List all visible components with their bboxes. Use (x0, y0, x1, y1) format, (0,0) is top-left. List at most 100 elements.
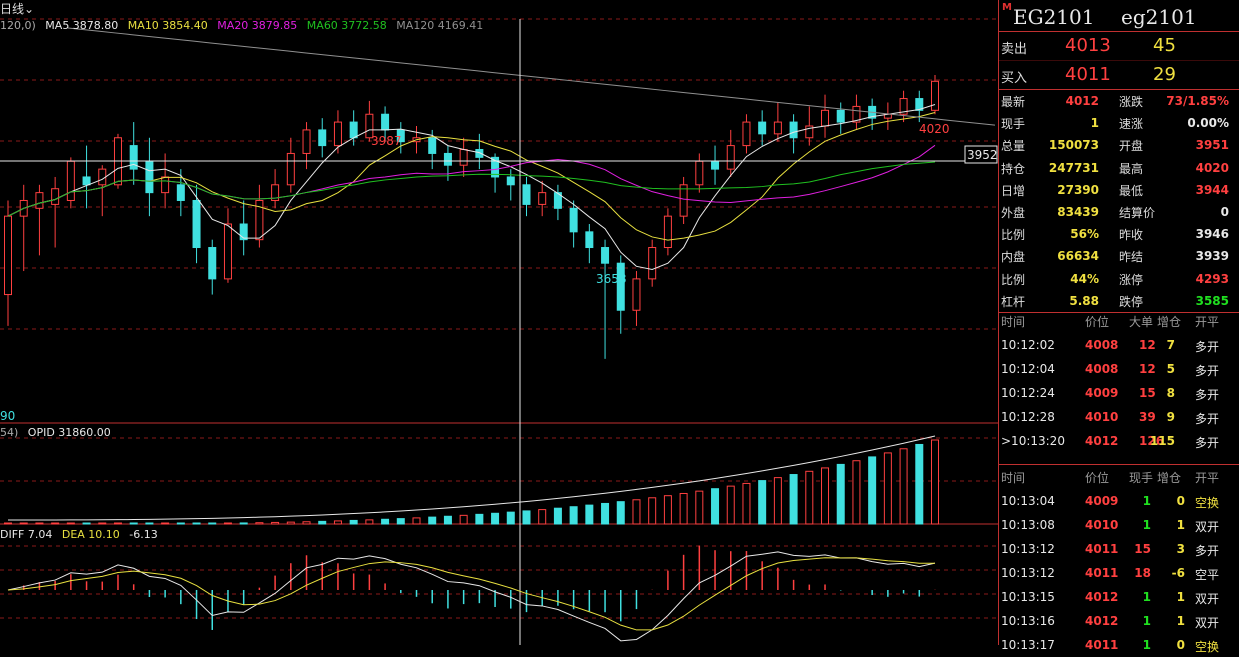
stat-label: 最新 (1001, 95, 1026, 109)
big-order-row[interactable]: >10:13:20 4012 126 115 多开 (999, 429, 1239, 453)
opi-bar (98, 522, 107, 525)
candle-body (821, 109, 830, 127)
tick-price: 4010 (1085, 518, 1119, 532)
order-type: 多开 (1195, 364, 1220, 378)
opi-bar (365, 519, 374, 525)
tick-type: 多开 (1195, 544, 1220, 558)
candle-body (585, 231, 594, 249)
period-selector[interactable]: 日线⌄ (0, 0, 34, 17)
ask-price[interactable]: 4013 (1065, 35, 1111, 56)
order-time: 10:12:28 (1001, 410, 1055, 424)
candle-body (758, 121, 767, 135)
m-mark: M (1002, 2, 1012, 13)
opid-label: OPID 31860.00 (27, 426, 111, 439)
bid-price[interactable]: 4011 (1065, 64, 1111, 85)
opi-bar (679, 492, 688, 525)
high-price-label: 3987 (371, 134, 402, 148)
opi-bar (868, 456, 877, 525)
diff-label: DIFF 7.04 (0, 528, 53, 541)
opi-bar (176, 522, 185, 525)
opi-bar (663, 495, 672, 525)
stat-value: 5.88 (1069, 293, 1099, 308)
order-time: 10:12:04 (1001, 362, 1055, 376)
tick-qty: 1 (1142, 518, 1151, 532)
big-order-row[interactable]: 10:12:24 4009 15 8 多开 (999, 381, 1239, 405)
opi-bar (506, 511, 515, 525)
kline-chart-area[interactable]: 3987 3658 4020 90 3952 日线⌄ 120,0) MA5 3878.8… (0, 0, 998, 645)
quote-panel: M EG2101 eg2101 卖出 4013 45 买入 4011 29 最新… (998, 0, 1239, 654)
order-type: 多开 (1195, 412, 1220, 426)
candle-body (648, 247, 657, 280)
bid-row[interactable]: 买入 4011 29 (999, 61, 1239, 90)
stat-label: 最低 (1119, 183, 1144, 198)
order-time: >10:13:20 (1001, 434, 1065, 448)
stat-label: 外盘 (1001, 205, 1026, 220)
latest-price-label: 4020 (919, 122, 950, 136)
stat-row: 最新 4012 涨跌 73/1.85% (999, 90, 1239, 112)
stat-value: 0.00% (1187, 116, 1229, 131)
opi-bar (19, 522, 28, 525)
candle-body (711, 160, 720, 170)
order-big: 12 (1139, 338, 1156, 352)
tick-time: 10:13:16 (1001, 614, 1055, 628)
candle-body (616, 262, 625, 311)
ma120-label: MA120 4169.41 (396, 19, 484, 32)
column-header: 价位 (1085, 471, 1110, 485)
left-low-label: 90 (0, 409, 15, 423)
column-header: 增仓 (1157, 471, 1182, 485)
tick-row[interactable]: 10:13:08 4010 1 1 双开 (999, 513, 1239, 537)
chevron-down-icon: ⌄ (24, 2, 35, 16)
opi-bar (569, 506, 578, 525)
low-price-label: 3658 (596, 272, 627, 286)
ma60-label: MA60 3772.58 (306, 19, 387, 32)
candle-body (569, 207, 578, 233)
stat-value: 1 (1090, 116, 1099, 131)
candle-body (742, 121, 751, 147)
stat-label: 持仓 (1001, 161, 1026, 176)
kline-chart-svg[interactable]: 3987 3658 4020 90 3952 (0, 0, 998, 645)
candle-body (192, 199, 201, 249)
macd-legend: DIFF 7.04 DEA 10.10 -6.13 (0, 528, 164, 541)
tick-row[interactable]: 10:13:16 4012 1 1 双开 (999, 609, 1239, 633)
tick-price: 4011 (1085, 638, 1119, 652)
tick-qty: 1 (1142, 614, 1151, 628)
candle-body (789, 121, 798, 139)
stat-label: 最高 (1119, 161, 1144, 176)
order-type: 多开 (1195, 340, 1220, 354)
big-order-row[interactable]: 10:12:28 4010 39 9 多开 (999, 405, 1239, 429)
opi-bar (821, 467, 830, 525)
opi-bar (601, 502, 610, 525)
order-big: 12 (1139, 362, 1156, 376)
opi-bar (899, 448, 908, 525)
tick-row[interactable]: 10:13:12 4011 18 -6 空平 (999, 561, 1239, 585)
opi-bar (742, 482, 751, 525)
opi-bar (459, 514, 468, 525)
tick-time: 10:13:12 (1001, 542, 1055, 556)
stat-value: 44% (1070, 271, 1099, 286)
opi-bar (475, 513, 484, 525)
tick-price: 4011 (1085, 542, 1119, 556)
tick-price: 4011 (1085, 566, 1119, 580)
opi-bar (396, 518, 405, 525)
tick-increase: 1 (1176, 518, 1185, 532)
ask-row[interactable]: 卖出 4013 45 (999, 32, 1239, 61)
stat-row: 内盘 66634 昨结 3939 (999, 245, 1239, 267)
candle-body (381, 113, 390, 131)
tick-row[interactable]: 10:13:15 4012 1 1 双开 (999, 585, 1239, 609)
tick-row[interactable]: 10:13:12 4011 15 3 多开 (999, 537, 1239, 561)
tick-time: 10:13:17 (1001, 638, 1055, 652)
candle-body (98, 168, 107, 186)
tick-row[interactable]: 10:13:04 4009 1 0 空换 (999, 489, 1239, 513)
tick-time: 10:13:04 (1001, 494, 1055, 508)
tick-time: 10:13:15 (1001, 590, 1055, 604)
column-header: 价位 (1085, 315, 1110, 329)
tick-row[interactable]: 10:13:17 4011 1 0 空换 (999, 633, 1239, 657)
tick-type: 空换 (1195, 496, 1220, 510)
tick-qty: 15 (1134, 542, 1151, 556)
opi-bar (428, 516, 437, 525)
big-order-row[interactable]: 10:12:04 4008 12 5 多开 (999, 357, 1239, 381)
opi-bar (349, 519, 358, 525)
stat-row: 现手 1 速涨 0.00% (999, 112, 1239, 134)
column-header: 时间 (1001, 315, 1026, 329)
big-order-row[interactable]: 10:12:02 4008 12 7 多开 (999, 333, 1239, 357)
